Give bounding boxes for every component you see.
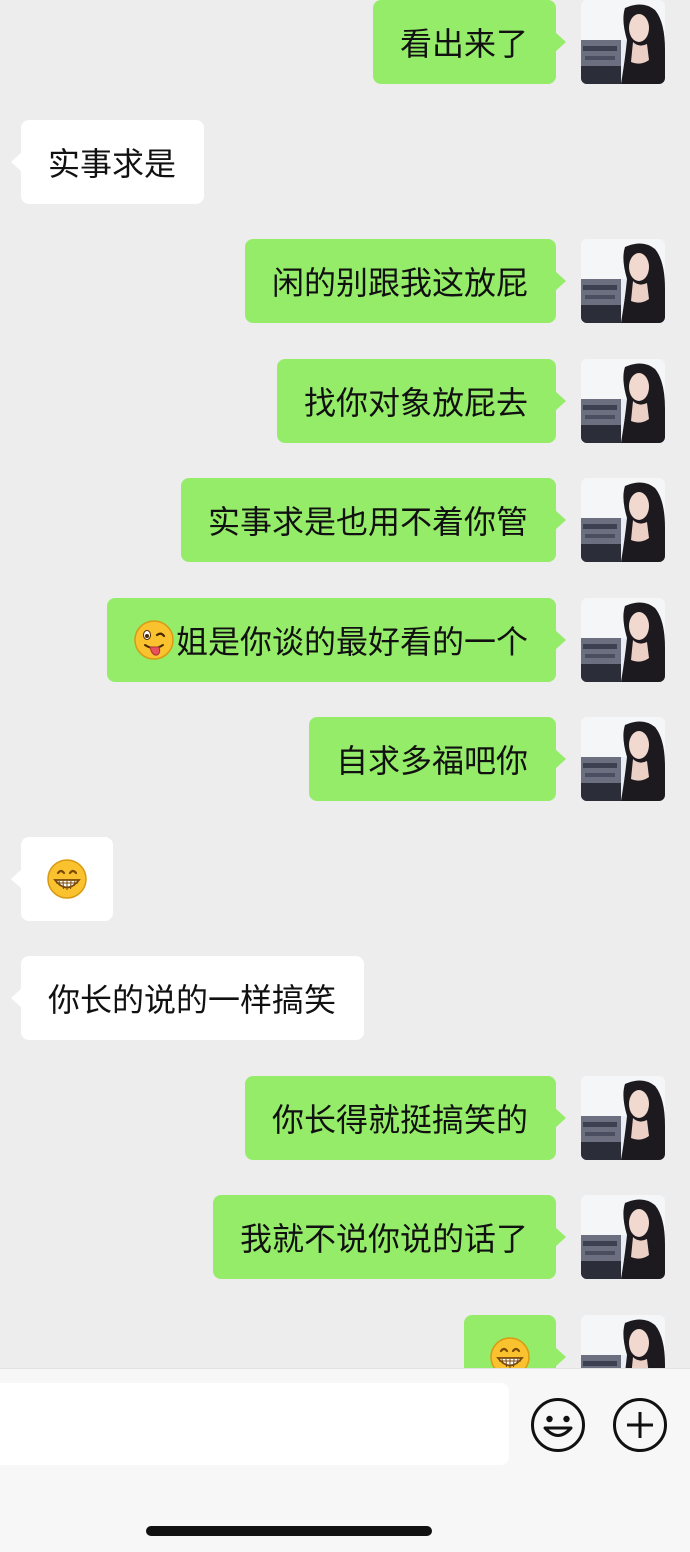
- outgoing-emoji-bubble[interactable]: [464, 1315, 566, 1368]
- my-avatar[interactable]: [581, 1076, 665, 1160]
- message-text: 实事求是: [48, 145, 177, 183]
- incoming-message-bubble[interactable]: 你长的说的一样搞笑: [10, 956, 365, 1040]
- emoji-button[interactable]: [530, 1397, 586, 1453]
- my-avatar[interactable]: [581, 239, 665, 323]
- chat-input-bar: [0, 1368, 690, 1552]
- plus-circle-icon: [613, 1398, 667, 1452]
- message-input[interactable]: [0, 1383, 509, 1465]
- my-avatar[interactable]: [581, 717, 665, 801]
- outgoing-message-bubble[interactable]: 姐是你谈的最好看的一个: [106, 598, 567, 682]
- outgoing-message-bubble[interactable]: 找你对象放屁去: [276, 359, 567, 443]
- message-text: 我就不说你说的话了: [239, 1220, 528, 1258]
- my-avatar[interactable]: [581, 0, 665, 84]
- my-avatar[interactable]: [581, 1195, 665, 1279]
- outgoing-message-bubble[interactable]: 实事求是也用不着你管: [180, 478, 567, 562]
- chat-message-list[interactable]: 看出来了 实事求是 闲的别跟我这放屁 找你对象放屁去 实事求是也用不着你管 姐是…: [0, 0, 690, 1368]
- my-avatar[interactable]: [581, 598, 665, 682]
- incoming-message-bubble[interactable]: 实事求是: [10, 120, 205, 204]
- wink-tongue-emoji-icon: [134, 620, 174, 660]
- outgoing-message-bubble[interactable]: 你长得就挺搞笑的: [244, 1076, 567, 1160]
- message-text: 找你对象放屁去: [303, 384, 528, 422]
- outgoing-message-bubble[interactable]: 自求多福吧你: [308, 717, 567, 801]
- message-text: 你长得就挺搞笑的: [271, 1101, 528, 1139]
- my-avatar[interactable]: [581, 1315, 665, 1368]
- outgoing-message-bubble[interactable]: 闲的别跟我这放屁: [244, 239, 567, 323]
- message-text: 看出来了: [399, 25, 528, 63]
- message-text: 姐是你谈的最好看的一个: [175, 623, 528, 661]
- grin-emoji-icon: [47, 859, 87, 899]
- smiley-icon: [531, 1398, 585, 1452]
- home-indicator: [146, 1526, 432, 1536]
- outgoing-message-bubble[interactable]: 我就不说你说的话了: [212, 1195, 567, 1279]
- message-text: 你长的说的一样搞笑: [48, 981, 337, 1019]
- message-text: 自求多福吧你: [335, 742, 528, 780]
- my-avatar[interactable]: [581, 478, 665, 562]
- grin-emoji-icon: [490, 1337, 530, 1368]
- message-text: 闲的别跟我这放屁: [271, 264, 528, 302]
- message-text: 实事求是也用不着你管: [207, 503, 528, 541]
- incoming-emoji-bubble[interactable]: [11, 837, 113, 921]
- outgoing-message-bubble[interactable]: 看出来了: [372, 0, 567, 84]
- more-button[interactable]: [612, 1397, 668, 1453]
- my-avatar[interactable]: [581, 359, 665, 443]
